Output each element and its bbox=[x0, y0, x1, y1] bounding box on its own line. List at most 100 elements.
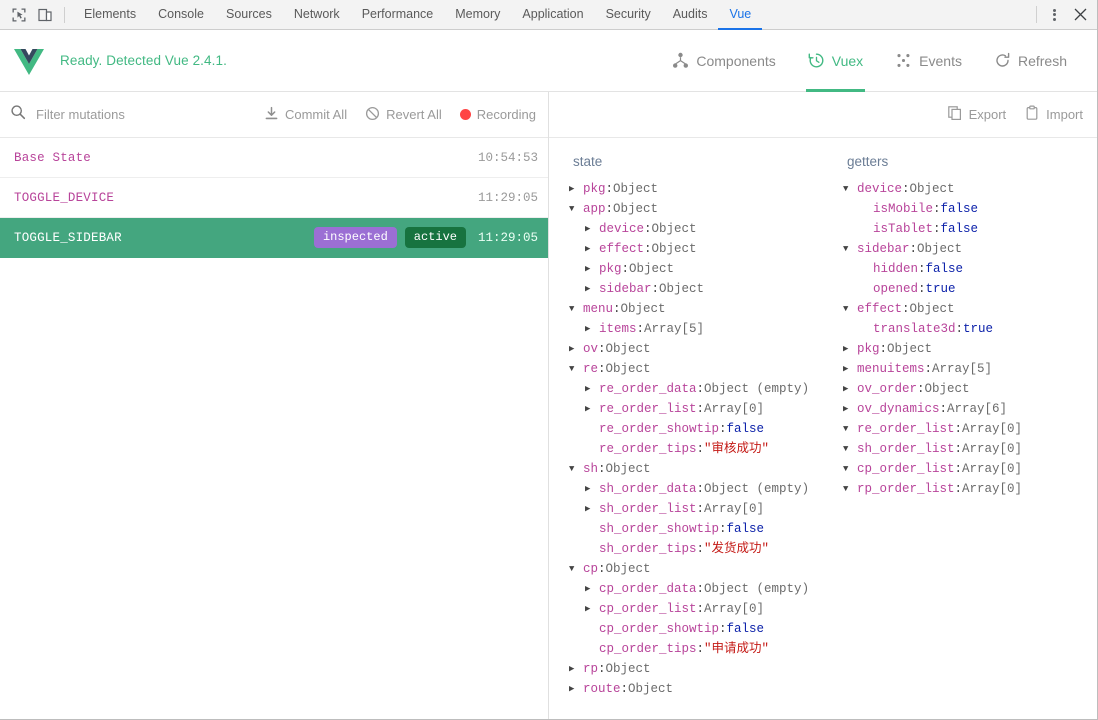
chevron-right-icon[interactable]: ▶ bbox=[585, 499, 599, 519]
devtools-tab-memory[interactable]: Memory bbox=[444, 0, 511, 30]
state-tree[interactable]: ▶ pkg: Object ▼ app: Object ▶ device: Object ▶… bbox=[569, 179, 811, 699]
tree-row[interactable]: ▶ re_order_list: Array[0] bbox=[569, 399, 811, 419]
tree-row[interactable]: translate3d: true bbox=[843, 319, 1085, 339]
chevron-right-icon[interactable]: ▶ bbox=[585, 579, 599, 599]
chevron-right-icon[interactable]: ▶ bbox=[585, 259, 599, 279]
chevron-down-icon[interactable]: ▼ bbox=[569, 459, 583, 479]
chevron-right-icon[interactable]: ▶ bbox=[843, 379, 857, 399]
tree-row[interactable]: ▼ app: Object bbox=[569, 199, 811, 219]
tree-row[interactable]: ▶ pkg: Object bbox=[843, 339, 1085, 359]
mutation-row-base-state[interactable]: Base State 10:54:53 bbox=[0, 138, 548, 178]
chevron-right-icon[interactable]: ▶ bbox=[585, 479, 599, 499]
devtools-tab-console[interactable]: Console bbox=[147, 0, 215, 30]
chevron-down-icon[interactable]: ▼ bbox=[843, 419, 857, 439]
tree-row[interactable]: cp_order_tips: "申请成功" bbox=[569, 639, 811, 659]
tree-row[interactable]: cp_order_showtip: false bbox=[569, 619, 811, 639]
tree-row[interactable]: ▶ ov_order: Object bbox=[843, 379, 1085, 399]
chevron-right-icon[interactable]: ▶ bbox=[843, 399, 857, 419]
devtools-tab-security[interactable]: Security bbox=[595, 0, 662, 30]
tab-events[interactable]: Events bbox=[879, 30, 978, 92]
recording-toggle[interactable]: Recording bbox=[459, 107, 536, 122]
chevron-down-icon[interactable]: ▼ bbox=[569, 559, 583, 579]
devtools-tab-audits[interactable]: Audits bbox=[662, 0, 719, 30]
tree-row[interactable]: ▼ sidebar: Object bbox=[843, 239, 1085, 259]
tree-row[interactable]: re_order_showtip: false bbox=[569, 419, 811, 439]
devtools-tab-elements[interactable]: Elements bbox=[73, 0, 147, 30]
chevron-right-icon[interactable]: ▶ bbox=[585, 399, 599, 419]
tree-row[interactable]: ▶ pkg: Object bbox=[569, 259, 811, 279]
tree-row[interactable]: opened: true bbox=[843, 279, 1085, 299]
tree-row[interactable]: ▶ cp_order_list: Array[0] bbox=[569, 599, 811, 619]
chevron-down-icon[interactable]: ▼ bbox=[569, 299, 583, 319]
chevron-down-icon[interactable]: ▼ bbox=[569, 199, 583, 219]
chevron-right-icon[interactable]: ▶ bbox=[585, 319, 599, 339]
devtools-tab-network[interactable]: Network bbox=[283, 0, 351, 30]
close-icon[interactable] bbox=[1067, 2, 1093, 28]
export-button[interactable]: Export bbox=[947, 105, 1006, 124]
inspect-element-icon[interactable] bbox=[6, 3, 32, 27]
chevron-right-icon[interactable]: ▶ bbox=[585, 279, 599, 299]
tree-row[interactable]: ▶ device: Object bbox=[569, 219, 811, 239]
more-options-icon[interactable] bbox=[1041, 2, 1067, 28]
tree-row[interactable]: ▶ ov: Object bbox=[569, 339, 811, 359]
chevron-right-icon[interactable]: ▶ bbox=[843, 339, 857, 359]
chevron-right-icon[interactable]: ▶ bbox=[585, 219, 599, 239]
mutations-list[interactable]: Base State 10:54:53 TOGGLE_DEVICE 11:29:… bbox=[0, 138, 548, 719]
tree-row[interactable]: ▼ effect: Object bbox=[843, 299, 1085, 319]
tree-row[interactable]: ▶ effect: Object bbox=[569, 239, 811, 259]
chevron-down-icon[interactable]: ▼ bbox=[843, 459, 857, 479]
tree-row[interactable]: ▶ sh_order_list: Array[0] bbox=[569, 499, 811, 519]
chevron-right-icon[interactable]: ▶ bbox=[585, 239, 599, 259]
import-button[interactable]: Import bbox=[1024, 105, 1083, 124]
chevron-down-icon[interactable]: ▼ bbox=[843, 179, 857, 199]
tree-row[interactable]: ▶ re_order_data: Object (empty) bbox=[569, 379, 811, 399]
device-toolbar-icon[interactable] bbox=[32, 3, 58, 27]
tree-row[interactable]: ▼ cp_order_list: Array[0] bbox=[843, 459, 1085, 479]
devtools-tab-sources[interactable]: Sources bbox=[215, 0, 283, 30]
tree-row[interactable]: ▶ rp: Object bbox=[569, 659, 811, 679]
tree-row[interactable]: ▼ sh: Object bbox=[569, 459, 811, 479]
chevron-down-icon[interactable]: ▼ bbox=[843, 439, 857, 459]
chevron-right-icon[interactable]: ▶ bbox=[569, 339, 583, 359]
mutation-row-toggle-device[interactable]: TOGGLE_DEVICE 11:29:05 bbox=[0, 178, 548, 218]
devtools-tab-application[interactable]: Application bbox=[511, 0, 594, 30]
tree-row[interactable]: sh_order_showtip: false bbox=[569, 519, 811, 539]
chevron-down-icon[interactable]: ▼ bbox=[843, 299, 857, 319]
tree-row[interactable]: ▶ pkg: Object bbox=[569, 179, 811, 199]
filter-mutations-input[interactable] bbox=[36, 107, 226, 122]
getters-tree[interactable]: ▼ device: Object isMobile: false isTablet: … bbox=[843, 179, 1085, 499]
chevron-right-icon[interactable]: ▶ bbox=[569, 659, 583, 679]
tree-row[interactable]: ▶ items: Array[5] bbox=[569, 319, 811, 339]
tree-row[interactable]: ▼ cp: Object bbox=[569, 559, 811, 579]
tree-row[interactable]: ▼ rp_order_list: Array[0] bbox=[843, 479, 1085, 499]
chevron-right-icon[interactable]: ▶ bbox=[843, 359, 857, 379]
status-badge-active[interactable]: active bbox=[404, 227, 466, 248]
tree-row[interactable]: isTablet: false bbox=[843, 219, 1085, 239]
refresh-button[interactable]: Refresh bbox=[978, 30, 1083, 92]
tree-row[interactable]: ▼ sh_order_list: Array[0] bbox=[843, 439, 1085, 459]
tree-row[interactable]: sh_order_tips: "发货成功" bbox=[569, 539, 811, 559]
chevron-right-icon[interactable]: ▶ bbox=[569, 679, 583, 699]
tab-vuex[interactable]: Vuex bbox=[792, 30, 879, 92]
tree-row[interactable]: isMobile: false bbox=[843, 199, 1085, 219]
commit-all-button[interactable]: Commit All bbox=[264, 106, 347, 124]
tree-row[interactable]: ▶ ov_dynamics: Array[6] bbox=[843, 399, 1085, 419]
chevron-down-icon[interactable]: ▼ bbox=[843, 479, 857, 499]
revert-all-button[interactable]: Revert All bbox=[365, 106, 442, 124]
tree-row[interactable]: re_order_tips: "审核成功" bbox=[569, 439, 811, 459]
chevron-right-icon[interactable]: ▶ bbox=[585, 599, 599, 619]
tree-row[interactable]: ▶ route: Object bbox=[569, 679, 811, 699]
tree-row[interactable]: ▶ sh_order_data: Object (empty) bbox=[569, 479, 811, 499]
tree-row[interactable]: ▼ re: Object bbox=[569, 359, 811, 379]
tree-row[interactable]: hidden: false bbox=[843, 259, 1085, 279]
tree-row[interactable]: ▶ cp_order_data: Object (empty) bbox=[569, 579, 811, 599]
chevron-right-icon[interactable]: ▶ bbox=[585, 379, 599, 399]
tree-row[interactable]: ▼ menu: Object bbox=[569, 299, 811, 319]
tree-row[interactable]: ▼ re_order_list: Array[0] bbox=[843, 419, 1085, 439]
mutation-row-toggle-sidebar[interactable]: TOGGLE_SIDEBAR inspected active 11:29:05 bbox=[0, 218, 548, 258]
chevron-down-icon[interactable]: ▼ bbox=[569, 359, 583, 379]
tab-components[interactable]: Components bbox=[656, 30, 791, 92]
tree-row[interactable]: ▶ sidebar: Object bbox=[569, 279, 811, 299]
tree-row[interactable]: ▼ device: Object bbox=[843, 179, 1085, 199]
devtools-tab-vue[interactable]: Vue bbox=[718, 0, 762, 30]
